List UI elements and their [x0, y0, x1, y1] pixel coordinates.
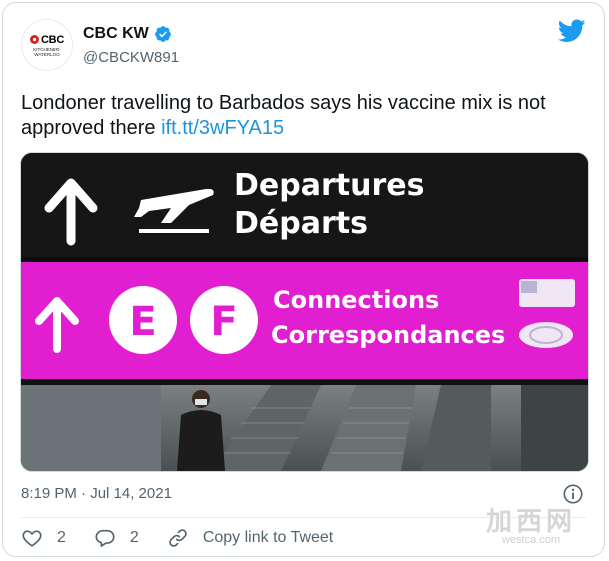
- sign-connections: Connections: [273, 286, 439, 314]
- gate-f-letter: F: [210, 299, 237, 345]
- avatar-sub-line2: WATERLOO: [34, 51, 60, 57]
- handle[interactable]: @CBCKW891: [83, 49, 179, 66]
- watermark: 加西网 westca.com: [486, 501, 576, 546]
- tweet-text: Londoner travelling to Barbados says his…: [21, 91, 581, 141]
- cbc-gem-icon: [30, 35, 40, 44]
- sign-departs: Départs: [234, 206, 368, 241]
- tweet-link[interactable]: ift.tt/3wFYA15: [161, 117, 284, 139]
- avatar-sub-line1: KITCHENER-: [33, 46, 61, 52]
- tweet-timestamp[interactable]: 8:19 PM · Jul 14, 2021: [21, 485, 172, 502]
- tweet-image[interactable]: Departures Départs E F Connections Corre…: [20, 152, 589, 472]
- twitter-bird-icon[interactable]: [558, 19, 586, 43]
- avatar-brand: CBC: [41, 33, 64, 46]
- display-name[interactable]: CBC KW: [83, 25, 149, 43]
- gate-e-letter: E: [129, 299, 156, 345]
- name-row: CBC KW: [83, 25, 172, 43]
- reply-icon: [95, 529, 115, 547]
- copy-link-button[interactable]: Copy link to Tweet: [167, 527, 333, 549]
- verified-badge-icon: [154, 26, 171, 42]
- heart-icon: [22, 530, 42, 547]
- sign-correspondances: Correspondances: [271, 321, 505, 349]
- reply-button[interactable]: 2: [94, 527, 139, 549]
- reply-count: 2: [129, 529, 139, 546]
- watermark-cn: 加西网: [485, 506, 576, 536]
- globe-icon: [519, 322, 573, 348]
- copy-link-label: Copy link to Tweet: [202, 529, 334, 546]
- like-button[interactable]: 2: [21, 527, 66, 549]
- sign-departures: Departures: [234, 168, 424, 203]
- link-icon: [169, 529, 187, 547]
- avatar-subtitle: KITCHENER- WATERLOO: [33, 47, 61, 57]
- airport-sign-photo: Departures Départs E F Connections Corre…: [21, 153, 588, 471]
- action-bar: 2 2 Copy link to Tweet: [21, 527, 361, 549]
- tweet-card: CBC KITCHENER- WATERLOO CBC KW @CBCKW891…: [2, 2, 605, 557]
- avatar[interactable]: CBC KITCHENER- WATERLOO: [21, 19, 73, 71]
- us-flag-icon: [519, 279, 575, 307]
- like-count: 2: [57, 529, 66, 546]
- cbc-logo: CBC: [30, 34, 64, 46]
